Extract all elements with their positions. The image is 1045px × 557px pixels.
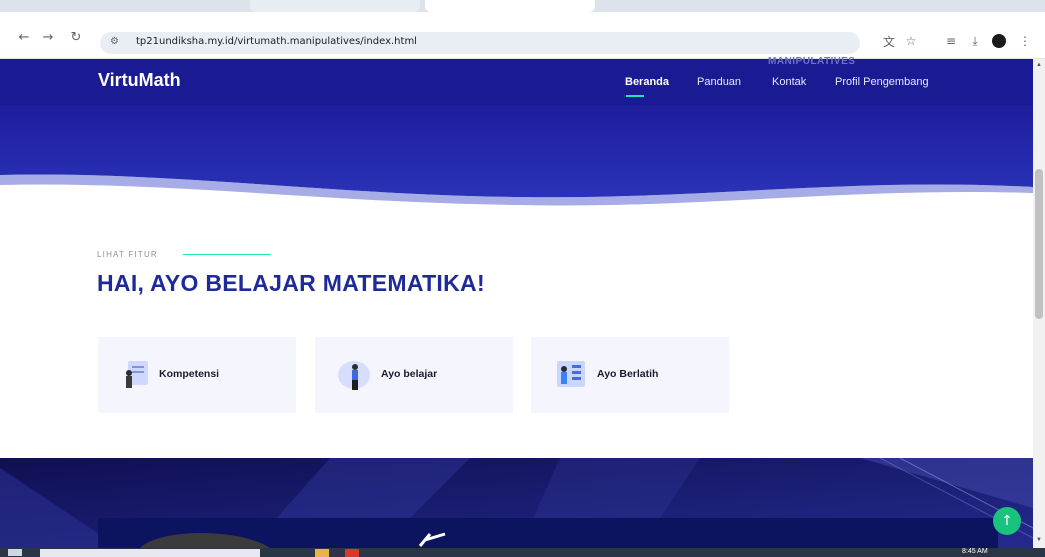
section-title: HAI, AYO BELAJAR MATEMATIKA! [97,270,485,296]
scroll-down-icon[interactable]: ▼ [1036,537,1042,543]
card-label: Ayo Berlatih [597,368,659,380]
card-ayo-belajar[interactable]: Ayo belajar [315,337,513,413]
taskbar-search-box[interactable] [40,549,260,557]
nav-item-profil-pengembang[interactable]: Profil Pengembang [835,76,929,88]
card-ayo-berlatih[interactable]: Ayo Berlatih [531,337,729,413]
section-eyebrow: LIHAT FITUR [97,250,158,259]
reload-icon[interactable]: ↻ [66,27,86,47]
address-bar[interactable]: ⚙ tp21undiksha.my.id/virtumath.manipulat… [100,32,860,54]
os-taskbar: 8:45 AM [0,548,1045,557]
profile-icon[interactable] [988,30,1010,52]
header-ghost-text: MANIPULATIVES [768,56,856,67]
competency-icon [126,361,148,388]
dark-feature-section [0,458,1033,548]
page-scrollbar[interactable]: ▲ ▼ [1033,59,1045,548]
taskbar-clock: 8:45 AM [962,548,988,555]
download-icon[interactable]: ⤓ [964,30,986,52]
eyebrow-divider [183,254,271,255]
card-kompetensi[interactable]: Kompetensi [98,337,296,413]
more-icon[interactable]: ⋮ [1014,30,1036,52]
start-icon[interactable] [8,549,22,556]
back-to-top-button[interactable]: ↑ [993,507,1021,535]
card-label: Kompetensi [159,368,220,380]
browser-toolbar: ← → ↻ ⚙ tp21undiksha.my.id/virtumath.man… [0,12,1045,59]
nav-item-beranda[interactable]: Beranda [625,76,669,88]
forward-icon[interactable]: → [38,27,58,47]
hero-wave-banner [0,105,1033,215]
arrow-up-icon: ↑ [1001,513,1013,529]
site-info-icon[interactable]: ⚙ [110,36,119,47]
site-logo[interactable]: VirtuMath [98,70,181,91]
back-icon[interactable]: ← [14,27,34,47]
scrollbar-thumb[interactable] [1035,169,1043,319]
nav-item-kontak[interactable]: Kontak [772,76,806,88]
card-label: Ayo belajar [381,368,438,380]
file-explorer-icon[interactable] [315,549,329,557]
browser-tab-active[interactable] [425,0,595,12]
app-icon[interactable] [345,549,359,557]
nav-item-panduan[interactable]: Panduan [697,76,741,88]
reading-list-icon[interactable]: ≡ [940,30,962,52]
scroll-up-icon[interactable]: ▲ [1036,62,1042,68]
site-header: VirtuMath MANIPULATIVES Beranda Panduan … [0,56,1033,105]
bookmark-star-icon[interactable]: ☆ [900,30,922,52]
nav-active-indicator [626,95,644,97]
browser-tab[interactable] [250,0,420,12]
learning-icon [338,361,370,390]
url-text[interactable]: tp21undiksha.my.id/virtumath.manipulativ… [136,36,417,47]
translate-icon[interactable]: 文 [878,30,900,52]
browser-tab-strip [0,0,1045,12]
practice-icon [557,361,585,387]
